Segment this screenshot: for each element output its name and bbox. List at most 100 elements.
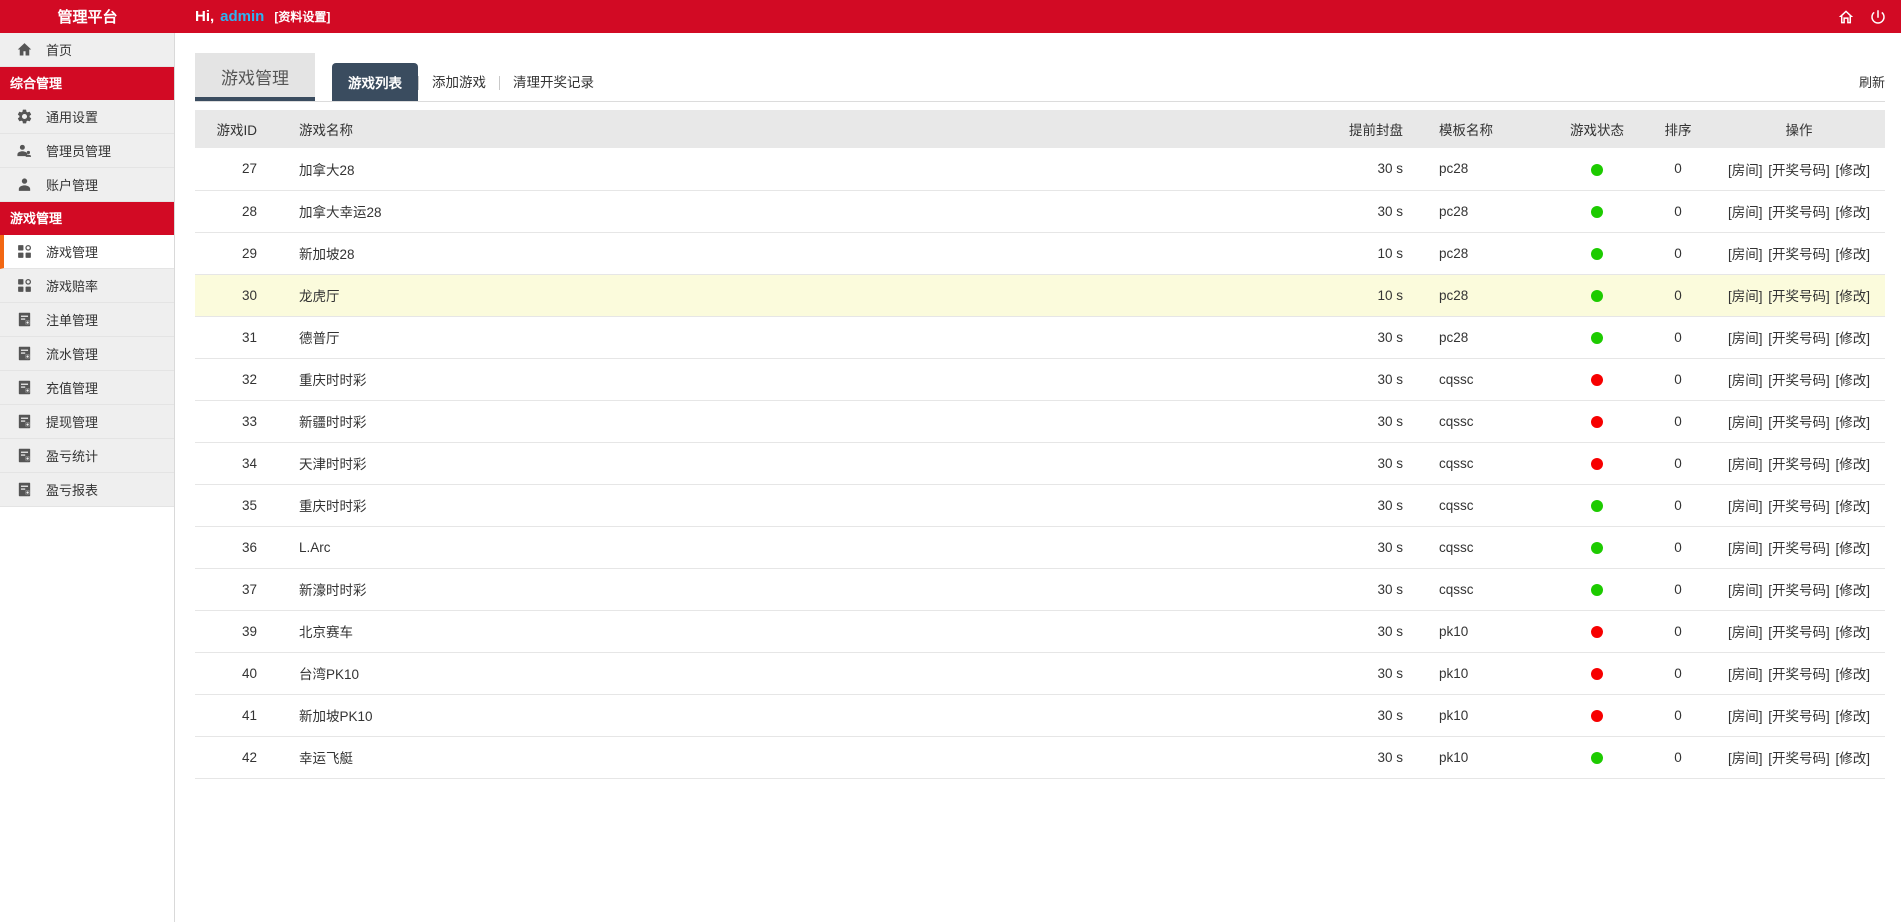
room-link[interactable]: [房间] [1728, 541, 1763, 556]
edit-link[interactable]: [修改] [1836, 625, 1871, 640]
edit-link[interactable]: [修改] [1836, 709, 1871, 724]
profile-settings-link[interactable]: [资料设置] [274, 8, 330, 25]
draw-number-link[interactable]: [开奖号码] [1768, 289, 1830, 304]
sidebar-item[interactable]: 游戏赔率 [0, 269, 174, 303]
room-link[interactable]: [房间] [1728, 667, 1763, 682]
sidebar-item[interactable]: 通用设置 [0, 100, 174, 134]
edit-link[interactable]: [修改] [1836, 373, 1871, 388]
game-id-cell: 41 [195, 694, 285, 737]
page-title: 游戏管理 [195, 53, 315, 101]
room-link[interactable]: [房间] [1728, 331, 1763, 346]
room-link[interactable]: [房间] [1728, 247, 1763, 262]
edit-link[interactable]: [修改] [1836, 541, 1871, 556]
game-name-cell: 北京赛车 [285, 610, 1221, 653]
game-status-cell [1551, 442, 1643, 485]
sidebar-item[interactable]: 流水管理 [0, 337, 174, 371]
table-row: 40 台湾PK10 30 s pk10 0 [房间] [开奖号码] [修改] [195, 652, 1885, 695]
edit-link[interactable]: [修改] [1836, 499, 1871, 514]
edit-link[interactable]: [修改] [1836, 751, 1871, 766]
draw-number-link[interactable]: [开奖号码] [1768, 541, 1830, 556]
draw-number-link[interactable]: [开奖号码] [1768, 163, 1830, 178]
sidebar-item[interactable]: 提现管理 [0, 405, 174, 439]
sort-cell: 0 [1643, 652, 1713, 695]
edit-link[interactable]: [修改] [1836, 667, 1871, 682]
tab-game-list[interactable]: 游戏列表 [332, 63, 418, 101]
draw-number-link[interactable]: [开奖号码] [1768, 331, 1830, 346]
template-name-cell: pc28 [1411, 316, 1551, 359]
ops-cell: [房间] [开奖号码] [修改] [1713, 358, 1885, 401]
game-status-dot [1591, 499, 1603, 512]
draw-number-link[interactable]: [开奖号码] [1768, 709, 1830, 724]
tab-clear-draw-records[interactable]: 清理开奖记录 [500, 71, 607, 91]
sidebar-item-label: 充值管理 [46, 381, 99, 396]
room-link[interactable]: [房间] [1728, 289, 1763, 304]
room-link[interactable]: [房间] [1728, 373, 1763, 388]
sidebar-item[interactable]: 首页 [0, 33, 174, 67]
game-name-cell: 加拿大幸运28 [285, 190, 1221, 233]
room-link[interactable]: [房间] [1728, 583, 1763, 598]
room-link[interactable]: [房间] [1728, 415, 1763, 430]
sidebar-item-label: 账户管理 [46, 178, 99, 193]
home-icon[interactable] [1837, 8, 1855, 26]
game-status-dot [1591, 541, 1603, 554]
close-time-cell: 30 s [1221, 442, 1411, 485]
room-link[interactable]: [房间] [1728, 457, 1763, 472]
draw-number-link[interactable]: [开奖号码] [1768, 457, 1830, 472]
edit-link[interactable]: [修改] [1836, 415, 1871, 430]
room-link[interactable]: [房间] [1728, 751, 1763, 766]
table-row: 34 天津时时彩 30 s cqssc 0 [房间] [开奖号码] [修改] [195, 442, 1885, 485]
room-link[interactable]: [房间] [1728, 205, 1763, 220]
game-status-dot [1591, 625, 1603, 638]
draw-number-link[interactable]: [开奖号码] [1768, 751, 1830, 766]
draw-number-link[interactable]: [开奖号码] [1768, 247, 1830, 262]
draw-number-link[interactable]: [开奖号码] [1768, 583, 1830, 598]
sidebar-item[interactable]: 管理员管理 [0, 134, 174, 168]
edit-link[interactable]: [修改] [1836, 247, 1871, 262]
edit-link[interactable]: [修改] [1836, 205, 1871, 220]
user-icon [16, 176, 33, 193]
room-link[interactable]: [房间] [1728, 625, 1763, 640]
draw-number-link[interactable]: [开奖号码] [1768, 205, 1830, 220]
power-icon[interactable] [1869, 8, 1887, 26]
sidebar: 首页 综合管理 通用设置 管理员管理 账户管理 游戏管理 游戏管理 游戏赔率 注单管理 流水管理充… [0, 33, 175, 922]
game-id-cell: 33 [195, 400, 285, 443]
sidebar-item[interactable]: 盈亏统计 [0, 439, 174, 473]
refresh-link[interactable]: 刷新 [1859, 72, 1885, 91]
sort-cell: 0 [1643, 568, 1713, 611]
game-status-dot [1591, 373, 1603, 386]
room-link[interactable]: [房间] [1728, 709, 1763, 724]
ops-cell: [房间] [开奖号码] [修改] [1713, 736, 1885, 779]
edit-link[interactable]: [修改] [1836, 331, 1871, 346]
tab-add-game[interactable]: 添加游戏 [419, 71, 499, 91]
draw-number-link[interactable]: [开奖号码] [1768, 625, 1830, 640]
col-header-template: 模板名称 [1439, 123, 1493, 138]
edit-link[interactable]: [修改] [1836, 583, 1871, 598]
game-name-cell: 龙虎厅 [285, 274, 1221, 317]
game-status-dot [1591, 751, 1603, 764]
close-time-cell: 30 s [1221, 736, 1411, 779]
game-name-cell: 天津时时彩 [285, 442, 1221, 485]
game-id-cell: 27 [195, 148, 285, 191]
table-row: 42 幸运飞艇 30 s pk10 0 [房间] [开奖号码] [修改] [195, 736, 1885, 779]
template-name-cell: cqssc [1411, 568, 1551, 611]
draw-number-link[interactable]: [开奖号码] [1768, 415, 1830, 430]
draw-number-link[interactable]: [开奖号码] [1768, 373, 1830, 388]
draw-number-link[interactable]: [开奖号码] [1768, 667, 1830, 682]
sidebar-item[interactable]: 盈亏报表 [0, 473, 174, 507]
close-time-cell: 30 s [1221, 484, 1411, 527]
close-time-cell: 30 s [1221, 190, 1411, 233]
col-header-game-id: 游戏ID [216, 123, 258, 138]
close-time-cell: 30 s [1221, 610, 1411, 653]
sidebar-item[interactable]: 账户管理 [0, 168, 174, 202]
edit-link[interactable]: [修改] [1836, 457, 1871, 472]
sidebar-item[interactable]: 注单管理 [0, 303, 174, 337]
template-name-cell: pc28 [1411, 274, 1551, 317]
sidebar-item-label: 游戏赔率 [46, 279, 99, 294]
room-link[interactable]: [房间] [1728, 163, 1763, 178]
draw-number-link[interactable]: [开奖号码] [1768, 499, 1830, 514]
room-link[interactable]: [房间] [1728, 499, 1763, 514]
edit-link[interactable]: [修改] [1836, 163, 1871, 178]
edit-link[interactable]: [修改] [1836, 289, 1871, 304]
sidebar-item[interactable]: 充值管理 [0, 371, 174, 405]
sidebar-item[interactable]: 游戏管理 [0, 235, 174, 269]
